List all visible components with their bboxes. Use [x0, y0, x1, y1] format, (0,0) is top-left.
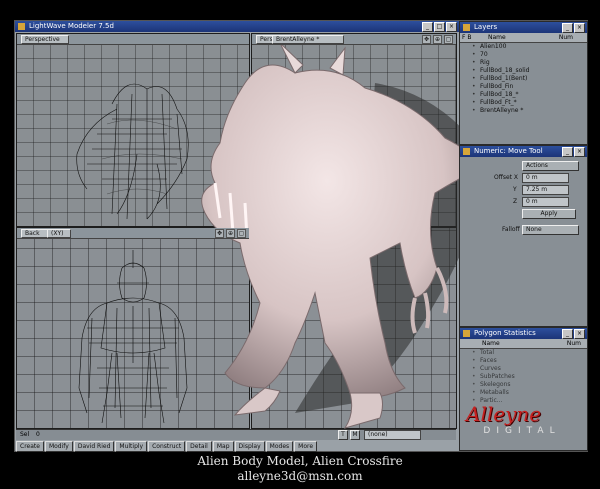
- toolbar-tab-more[interactable]: More: [294, 441, 318, 452]
- main-toolbar: Create Modify David Ried Multiply Construct D…: [16, 441, 318, 452]
- view-mode-dropdown[interactable]: Perspective: [21, 35, 69, 44]
- layers-panel: Layers _× F B Name Num Alien10070RigFull…: [459, 21, 588, 145]
- stat-row[interactable]: Curves: [460, 365, 587, 373]
- maximize-button[interactable]: □: [434, 22, 445, 32]
- offset-y-label: Y: [513, 186, 517, 193]
- layers-titlebar: Layers _ ×: [460, 22, 587, 33]
- alien-render: [201, 43, 481, 429]
- modeler-window: LightWave Modeler 7.5d _□× Perspective P…: [14, 20, 588, 452]
- numeric-minimize-button[interactable]: _: [562, 147, 573, 157]
- layer-item[interactable]: Alien100: [460, 43, 587, 51]
- logo-subtext: DIGITAL: [483, 426, 561, 436]
- layer-item[interactable]: FullBod_18_solid: [460, 67, 587, 75]
- app-title: LightWave Modeler 7.5d: [29, 22, 114, 30]
- toolbar-tab-create[interactable]: Create: [16, 441, 44, 452]
- layers-col-num: Num: [558, 34, 573, 41]
- layer-item[interactable]: FullBod_18_*: [460, 91, 587, 99]
- layers-list: Alien10070RigFullBod_18_solidFullBod_1(B…: [460, 43, 587, 115]
- toolbar-tab-modify[interactable]: Modify: [44, 441, 73, 452]
- stat-row[interactable]: Faces: [460, 357, 587, 365]
- polygon-stats-panel: Polygon Statistics _× Name Num TotalFace…: [459, 327, 588, 451]
- layers-title: Layers: [474, 23, 498, 31]
- numeric-titlebar: Numeric: Move Tool _ ×: [460, 146, 587, 157]
- numeric-panel: Numeric: Move Tool _ × Actions Offset X 0…: [459, 145, 588, 327]
- maximize-view-icon[interactable]: ▢: [444, 35, 453, 44]
- offset-z-label: Z: [513, 198, 518, 205]
- viewport-header: Perspective: [17, 34, 249, 45]
- polystats-col-num: Num: [566, 340, 581, 347]
- apply-button[interactable]: Apply: [522, 209, 576, 219]
- caption-email: alleyne3d@msn.com: [237, 469, 363, 483]
- sel-label: Sel: [20, 431, 30, 438]
- move-view-icon-back[interactable]: ✥: [215, 229, 224, 238]
- layers-close-button[interactable]: ×: [574, 23, 585, 33]
- logo-text: Alleyne: [466, 402, 542, 426]
- stat-row[interactable]: SubPatches: [460, 373, 587, 381]
- layer-item[interactable]: FullBod_Ft_*: [460, 99, 587, 107]
- polystats-header: Name Num: [460, 339, 587, 349]
- falloff-dropdown[interactable]: None: [522, 225, 579, 235]
- snap-field[interactable]: (none): [364, 430, 421, 440]
- close-button[interactable]: ×: [446, 22, 457, 32]
- move-view-icon[interactable]: ✥: [422, 35, 431, 44]
- toolbar-tab-construct[interactable]: Construct: [148, 441, 186, 452]
- toolbar-tab-detail[interactable]: Detail: [186, 441, 212, 452]
- layers-header: F B Name Num: [460, 33, 587, 43]
- toolbar-tab-display[interactable]: Display: [234, 441, 265, 452]
- layer-item[interactable]: 70: [460, 51, 587, 59]
- layers-col-name: Name: [488, 34, 506, 41]
- polystats-minimize-button[interactable]: _: [562, 329, 573, 339]
- maximize-view-icon-back[interactable]: ▢: [237, 229, 246, 238]
- offset-x-label: Offset X: [494, 174, 519, 181]
- caption-title: Alien Body Model, Alien Crossfire: [197, 454, 403, 468]
- layer-item[interactable]: FullBod_1(Bent): [460, 75, 587, 83]
- layers-minimize-button[interactable]: _: [562, 23, 573, 33]
- app-titlebar: LightWave Modeler 7.5d _ □ ×: [15, 21, 459, 32]
- mode-t-button[interactable]: T: [338, 430, 348, 440]
- toolbar-tab-multiply[interactable]: Multiply: [115, 441, 148, 452]
- layer-item[interactable]: FullBod_Fin: [460, 83, 587, 91]
- polystats-col-name: Name: [482, 340, 500, 347]
- zoom-view-icon-back[interactable]: ⊕: [226, 229, 235, 238]
- stat-row[interactable]: Skelegons: [460, 381, 587, 389]
- viewport-header-back: Back (XY) ✥ ⊕ ▢: [17, 228, 249, 239]
- alleyne-logo: Alleyne DIGITAL: [466, 402, 578, 442]
- sel-count: 0: [36, 431, 40, 438]
- numeric-close-button[interactable]: ×: [574, 147, 585, 157]
- polystats-close-button[interactable]: ×: [574, 329, 585, 339]
- layers-icon: [463, 24, 470, 31]
- polystats-icon: [463, 330, 470, 337]
- polystats-titlebar: Polygon Statistics _ ×: [460, 328, 587, 339]
- numeric-icon: [463, 148, 470, 155]
- mode-m-button[interactable]: M: [350, 430, 360, 440]
- numeric-title: Numeric: Move Tool: [474, 147, 543, 155]
- surface-dropdown[interactable]: BrentAlleyne *: [272, 35, 344, 44]
- stat-row[interactable]: Metaballs: [460, 389, 587, 397]
- status-bar: Sel 0 T M (none): [16, 429, 456, 440]
- toolbar-tab-david-ried[interactable]: David Ried: [73, 441, 115, 452]
- offset-x-input[interactable]: 0 m: [522, 173, 569, 183]
- polystats-list: TotalFacesCurvesSubPatchesSkelegonsMetab…: [460, 349, 587, 405]
- falloff-label: Falloff: [502, 226, 520, 233]
- app-icon: [18, 23, 25, 30]
- layer-item[interactable]: Rig: [460, 59, 587, 67]
- toolbar-tab-modes[interactable]: Modes: [265, 441, 294, 452]
- viewport-header-2: Perspective BrentAlleyne * ✥⊕▢: [252, 34, 456, 45]
- toolbar-tab-map[interactable]: Map: [212, 441, 234, 452]
- offset-y-input[interactable]: 7.25 m: [522, 185, 569, 195]
- actions-dropdown[interactable]: Actions: [522, 161, 579, 171]
- polystats-title: Polygon Statistics: [474, 329, 536, 337]
- zoom-view-icon[interactable]: ⊕: [433, 35, 442, 44]
- axis-dropdown[interactable]: (XY): [47, 229, 71, 238]
- layer-item[interactable]: BrentAlleyne *: [460, 107, 587, 115]
- offset-z-input[interactable]: 0 m: [522, 197, 569, 207]
- stat-row[interactable]: Total: [460, 349, 587, 357]
- minimize-button[interactable]: _: [422, 22, 433, 32]
